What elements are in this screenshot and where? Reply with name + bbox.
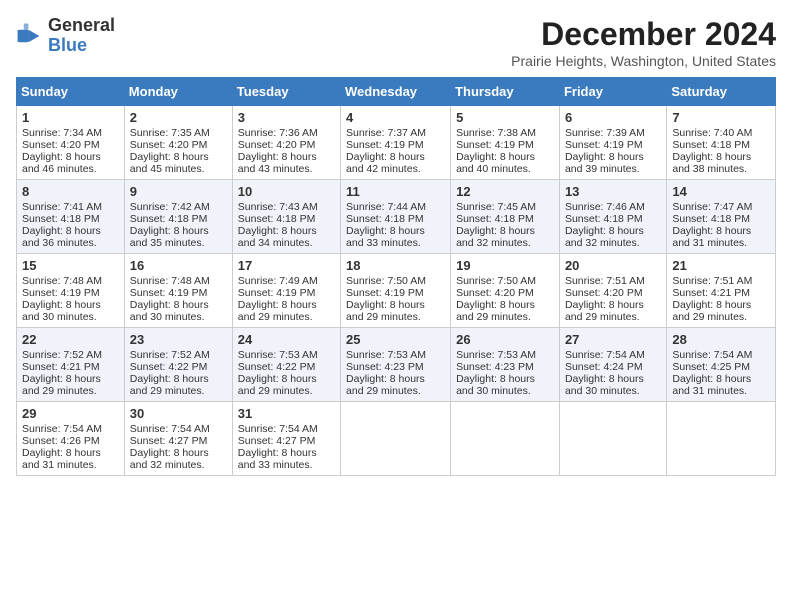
weekday-header-friday: Friday (559, 78, 666, 106)
day-cell-8: 8Sunrise: 7:41 AMSunset: 4:18 PMDaylight… (17, 180, 125, 254)
day-cell-26: 26Sunrise: 7:53 AMSunset: 4:23 PMDayligh… (451, 328, 560, 402)
logo-line2: Blue (48, 36, 115, 56)
day-cell-25: 25Sunrise: 7:53 AMSunset: 4:23 PMDayligh… (341, 328, 451, 402)
day-cell-15: 15Sunrise: 7:48 AMSunset: 4:19 PMDayligh… (17, 254, 125, 328)
day-cell-17: 17Sunrise: 7:49 AMSunset: 4:19 PMDayligh… (232, 254, 340, 328)
day-cell-30: 30Sunrise: 7:54 AMSunset: 4:27 PMDayligh… (124, 402, 232, 476)
day-number: 30 (130, 406, 227, 421)
day-number: 12 (456, 184, 554, 199)
day-number: 3 (238, 110, 335, 125)
day-cell-9: 9Sunrise: 7:42 AMSunset: 4:18 PMDaylight… (124, 180, 232, 254)
month-title: December 2024 (511, 16, 776, 53)
day-cell-4: 4Sunrise: 7:37 AMSunset: 4:19 PMDaylight… (341, 106, 451, 180)
day-number: 20 (565, 258, 661, 273)
empty-cell (451, 402, 560, 476)
day-number: 21 (672, 258, 770, 273)
day-cell-12: 12Sunrise: 7:45 AMSunset: 4:18 PMDayligh… (451, 180, 560, 254)
day-number: 4 (346, 110, 445, 125)
day-cell-23: 23Sunrise: 7:52 AMSunset: 4:22 PMDayligh… (124, 328, 232, 402)
day-number: 17 (238, 258, 335, 273)
day-number: 18 (346, 258, 445, 273)
day-number: 10 (238, 184, 335, 199)
day-number: 29 (22, 406, 119, 421)
title-block: December 2024 Prairie Heights, Washingto… (511, 16, 776, 69)
day-number: 27 (565, 332, 661, 347)
day-cell-16: 16Sunrise: 7:48 AMSunset: 4:19 PMDayligh… (124, 254, 232, 328)
week-row-4: 22Sunrise: 7:52 AMSunset: 4:21 PMDayligh… (17, 328, 776, 402)
day-cell-21: 21Sunrise: 7:51 AMSunset: 4:21 PMDayligh… (667, 254, 776, 328)
day-number: 26 (456, 332, 554, 347)
day-number: 8 (22, 184, 119, 199)
day-cell-3: 3Sunrise: 7:36 AMSunset: 4:20 PMDaylight… (232, 106, 340, 180)
page-header: General Blue December 2024 Prairie Heigh… (16, 16, 776, 69)
day-number: 9 (130, 184, 227, 199)
day-cell-31: 31Sunrise: 7:54 AMSunset: 4:27 PMDayligh… (232, 402, 340, 476)
day-cell-20: 20Sunrise: 7:51 AMSunset: 4:20 PMDayligh… (559, 254, 666, 328)
day-cell-27: 27Sunrise: 7:54 AMSunset: 4:24 PMDayligh… (559, 328, 666, 402)
week-row-5: 29Sunrise: 7:54 AMSunset: 4:26 PMDayligh… (17, 402, 776, 476)
logo-line1: General (48, 16, 115, 36)
day-number: 2 (130, 110, 227, 125)
weekday-header-sunday: Sunday (17, 78, 125, 106)
day-cell-19: 19Sunrise: 7:50 AMSunset: 4:20 PMDayligh… (451, 254, 560, 328)
location-subtitle: Prairie Heights, Washington, United Stat… (511, 53, 776, 69)
day-number: 28 (672, 332, 770, 347)
week-row-1: 1Sunrise: 7:34 AMSunset: 4:20 PMDaylight… (17, 106, 776, 180)
empty-cell (559, 402, 666, 476)
day-cell-13: 13Sunrise: 7:46 AMSunset: 4:18 PMDayligh… (559, 180, 666, 254)
day-cell-5: 5Sunrise: 7:38 AMSunset: 4:19 PMDaylight… (451, 106, 560, 180)
day-cell-1: 1Sunrise: 7:34 AMSunset: 4:20 PMDaylight… (17, 106, 125, 180)
weekday-header-tuesday: Tuesday (232, 78, 340, 106)
day-number: 24 (238, 332, 335, 347)
day-number: 31 (238, 406, 335, 421)
day-number: 6 (565, 110, 661, 125)
day-number: 5 (456, 110, 554, 125)
day-number: 13 (565, 184, 661, 199)
weekday-header-thursday: Thursday (451, 78, 560, 106)
day-number: 16 (130, 258, 227, 273)
week-row-3: 15Sunrise: 7:48 AMSunset: 4:19 PMDayligh… (17, 254, 776, 328)
day-number: 19 (456, 258, 554, 273)
day-number: 15 (22, 258, 119, 273)
day-cell-24: 24Sunrise: 7:53 AMSunset: 4:22 PMDayligh… (232, 328, 340, 402)
day-number: 22 (22, 332, 119, 347)
day-cell-6: 6Sunrise: 7:39 AMSunset: 4:19 PMDaylight… (559, 106, 666, 180)
day-cell-29: 29Sunrise: 7:54 AMSunset: 4:26 PMDayligh… (17, 402, 125, 476)
day-cell-22: 22Sunrise: 7:52 AMSunset: 4:21 PMDayligh… (17, 328, 125, 402)
empty-cell (667, 402, 776, 476)
weekday-header-row: SundayMondayTuesdayWednesdayThursdayFrid… (17, 78, 776, 106)
weekday-header-wednesday: Wednesday (341, 78, 451, 106)
day-number: 7 (672, 110, 770, 125)
day-number: 1 (22, 110, 119, 125)
day-cell-10: 10Sunrise: 7:43 AMSunset: 4:18 PMDayligh… (232, 180, 340, 254)
day-cell-18: 18Sunrise: 7:50 AMSunset: 4:19 PMDayligh… (341, 254, 451, 328)
weekday-header-saturday: Saturday (667, 78, 776, 106)
logo-icon (16, 22, 44, 50)
weekday-header-monday: Monday (124, 78, 232, 106)
day-number: 11 (346, 184, 445, 199)
day-cell-7: 7Sunrise: 7:40 AMSunset: 4:18 PMDaylight… (667, 106, 776, 180)
week-row-2: 8Sunrise: 7:41 AMSunset: 4:18 PMDaylight… (17, 180, 776, 254)
day-number: 14 (672, 184, 770, 199)
day-cell-2: 2Sunrise: 7:35 AMSunset: 4:20 PMDaylight… (124, 106, 232, 180)
day-cell-14: 14Sunrise: 7:47 AMSunset: 4:18 PMDayligh… (667, 180, 776, 254)
logo: General Blue (16, 16, 115, 56)
calendar-table: SundayMondayTuesdayWednesdayThursdayFrid… (16, 77, 776, 476)
empty-cell (341, 402, 451, 476)
day-number: 25 (346, 332, 445, 347)
day-cell-11: 11Sunrise: 7:44 AMSunset: 4:18 PMDayligh… (341, 180, 451, 254)
day-cell-28: 28Sunrise: 7:54 AMSunset: 4:25 PMDayligh… (667, 328, 776, 402)
day-number: 23 (130, 332, 227, 347)
